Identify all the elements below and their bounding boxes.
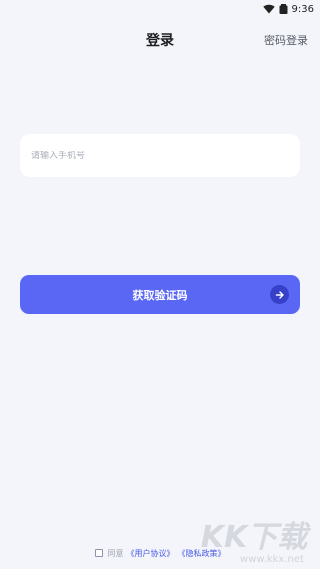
get-code-button[interactable]: 获取验证码 xyxy=(20,275,300,314)
wifi-icon xyxy=(262,4,275,14)
user-agreement-link[interactable]: 《用户协议》 xyxy=(127,548,175,559)
phone-input-box xyxy=(20,134,300,177)
phone-input[interactable] xyxy=(31,150,300,161)
password-login-link[interactable]: 密码登录 xyxy=(264,32,308,48)
status-bar: 9:36 xyxy=(0,0,320,18)
agree-checkbox[interactable] xyxy=(94,549,103,557)
agreement-row: 同意 《用户协议》 《隐私政策》 xyxy=(0,547,320,559)
status-time: 9:36 xyxy=(291,3,314,15)
arrow-right-icon xyxy=(270,285,289,304)
get-code-button-label: 获取验证码 xyxy=(132,288,188,302)
privacy-policy-link[interactable]: 《隐私政策》 xyxy=(178,548,226,559)
agreement-prefix: 同意 xyxy=(107,548,124,558)
header: 登录 密码登录 xyxy=(0,26,320,52)
battery-icon xyxy=(279,4,288,14)
